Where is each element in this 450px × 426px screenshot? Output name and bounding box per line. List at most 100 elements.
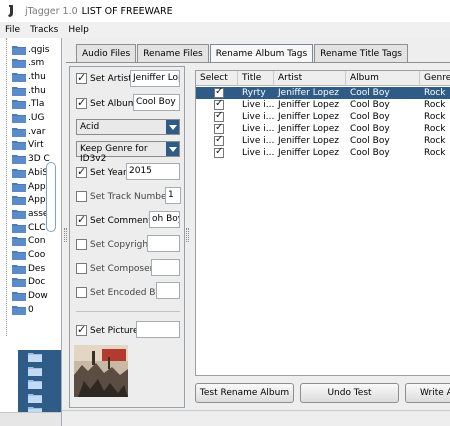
folder-icon[interactable] xyxy=(28,379,42,389)
set-year-checkbox[interactable] xyxy=(76,165,87,178)
undo-test-button[interactable]: Undo Test xyxy=(300,383,399,403)
set-composer-checkbox[interactable] xyxy=(76,263,87,274)
set-album-checkbox[interactable] xyxy=(76,96,87,109)
folder-icon xyxy=(12,127,26,137)
album-input[interactable]: Cool Boy xyxy=(133,94,180,111)
cell-title: Live i... xyxy=(242,136,274,146)
table-row[interactable]: Live i... Jeniffer Lopez Cool Boy Rock xyxy=(196,122,450,135)
column-title[interactable]: Title xyxy=(238,71,274,86)
row-select-checkbox[interactable] xyxy=(214,122,224,134)
artist-input[interactable]: Jeniffer Lop xyxy=(130,70,180,87)
tree-folder-label: .sm xyxy=(28,58,45,69)
cell-album: Cool Boy xyxy=(350,112,390,122)
cell-genre: Rock xyxy=(424,124,446,134)
table-row[interactable]: Live i... Jeniffer Lopez Cool Boy Rock xyxy=(196,98,450,111)
set-picture-label: Set Picture xyxy=(90,326,139,336)
table-row[interactable]: Live i... Jeniffer Lopez Cool Boy Rock xyxy=(196,146,450,159)
table-row[interactable]: Ryrty Jeniffer Lopez Cool Boy Rock xyxy=(196,86,450,99)
row-select-checkbox[interactable] xyxy=(214,110,224,122)
tree-folder-item[interactable]: Doc xyxy=(0,276,61,289)
set-artist-checkbox[interactable] xyxy=(76,71,87,84)
table-row[interactable]: Live i... Jeniffer Lopez Cool Boy Rock xyxy=(196,134,450,147)
tree-folder-item[interactable]: Des xyxy=(0,262,61,275)
album-cover-image[interactable] xyxy=(74,345,128,397)
tree-folder-item[interactable]: .qgis xyxy=(0,43,61,56)
cell-artist: Jeniffer Lopez xyxy=(278,112,340,122)
tree-folder-item[interactable]: Virt xyxy=(0,139,61,152)
tab-audio-files[interactable]: Audio Files xyxy=(76,44,137,62)
set-track-number-checkbox[interactable] xyxy=(76,191,87,202)
tree-folder-item[interactable]: Con xyxy=(0,235,61,248)
tree-folder-item[interactable]: .thu xyxy=(0,84,61,97)
tracks-table[interactable]: Select Title Artist Album Genre Ryrty Jen… xyxy=(195,70,450,376)
tree-folder-item[interactable]: .UG xyxy=(0,112,61,125)
status-bar xyxy=(62,410,450,426)
tree-scrollbar-thumb[interactable] xyxy=(46,162,56,232)
tree-folder-label: Virt xyxy=(28,140,44,151)
tree-folder-item[interactable]: Coo xyxy=(0,249,61,262)
set-encoded-by-checkbox[interactable] xyxy=(76,287,87,298)
middle-splitter-handle[interactable] xyxy=(186,228,189,242)
menu-help[interactable]: Help xyxy=(63,25,94,35)
comment-input[interactable]: oh Boy xyxy=(149,211,180,228)
folder-icon[interactable] xyxy=(28,393,42,403)
cell-title: Ryrty xyxy=(242,88,266,98)
folder-icon xyxy=(12,223,26,233)
menu-bar: File Tracks Help xyxy=(0,22,450,38)
column-genre[interactable]: Genre xyxy=(420,71,450,86)
menu-tracks[interactable]: Tracks xyxy=(25,25,63,35)
cell-genre: Rock xyxy=(424,136,446,146)
chevron-down-icon xyxy=(166,120,179,134)
test-rename-album-button[interactable]: Test Rename Album xyxy=(195,383,294,403)
folder-icon xyxy=(12,58,26,69)
folder-icon xyxy=(12,277,26,288)
menu-file[interactable]: File xyxy=(0,25,25,35)
folder-tree[interactable]: .qgis .sm .thu .thu .Tla .UG .var Virt 3D C AbiS A… xyxy=(0,38,62,426)
folder-icon[interactable] xyxy=(28,352,42,362)
write-album-button[interactable]: Write A xyxy=(405,383,450,403)
tab-rename-title-tags[interactable]: Rename Title Tags xyxy=(314,44,408,62)
set-composer-label: Set Composer xyxy=(90,264,154,274)
column-album[interactable]: Album xyxy=(346,71,420,86)
cell-album: Cool Boy xyxy=(350,136,390,146)
set-picture-checkbox[interactable] xyxy=(76,323,87,336)
column-artist[interactable]: Artist xyxy=(274,71,346,86)
folder-icon xyxy=(12,250,26,260)
tree-horizontal-scrollbar[interactable] xyxy=(0,412,61,426)
picture-input[interactable] xyxy=(136,321,180,338)
genre-select[interactable]: Acid xyxy=(76,119,180,135)
album-tag-options-panel: Set Artist Jeniffer Lop Set Album Cool B… xyxy=(69,66,185,408)
track-number-input[interactable]: 1 xyxy=(165,187,181,204)
folder-icon xyxy=(12,291,26,302)
genre-mode-select[interactable]: Keep Genre for ID3v2 xyxy=(76,141,180,164)
left-splitter-handle[interactable] xyxy=(64,228,67,242)
composer-input[interactable] xyxy=(151,259,180,276)
tab-rename-album-tags[interactable]: Rename Album Tags xyxy=(209,44,314,63)
tree-folder-item[interactable]: Dow xyxy=(0,290,61,303)
tree-folder-label: .qgis xyxy=(28,44,50,55)
folder-icon xyxy=(12,209,26,219)
cell-album: Cool Boy xyxy=(350,148,390,158)
column-select[interactable]: Select xyxy=(196,71,238,86)
row-select-checkbox[interactable] xyxy=(214,146,224,158)
set-comment-checkbox[interactable] xyxy=(76,213,87,226)
folder-icon xyxy=(12,168,26,178)
set-copyright-checkbox[interactable] xyxy=(76,239,87,250)
year-input[interactable]: 2015 xyxy=(126,163,180,180)
encoded-by-input[interactable] xyxy=(156,282,180,299)
genre-select-value: Acid xyxy=(80,122,100,132)
copyright-input[interactable] xyxy=(147,235,180,252)
cell-title: Live i... xyxy=(242,112,274,122)
folder-icon[interactable] xyxy=(28,366,42,376)
tree-folder-item[interactable]: .sm xyxy=(0,57,61,70)
cell-artist: Jeniffer Lopez xyxy=(278,148,340,158)
row-select-checkbox[interactable] xyxy=(214,86,224,98)
row-select-checkbox[interactable] xyxy=(214,98,224,110)
row-select-checkbox[interactable] xyxy=(214,134,224,146)
tree-folder-item[interactable]: .thu xyxy=(0,70,61,83)
tree-folder-item[interactable]: .Tla xyxy=(0,98,61,111)
tab-rename-files[interactable]: Rename Files xyxy=(137,44,209,62)
tree-folder-item[interactable]: .var xyxy=(0,125,61,138)
table-row[interactable]: Live i... Jeniffer Lopez Cool Boy Rock xyxy=(196,110,450,123)
tree-folder-item[interactable]: 0 xyxy=(0,303,61,316)
